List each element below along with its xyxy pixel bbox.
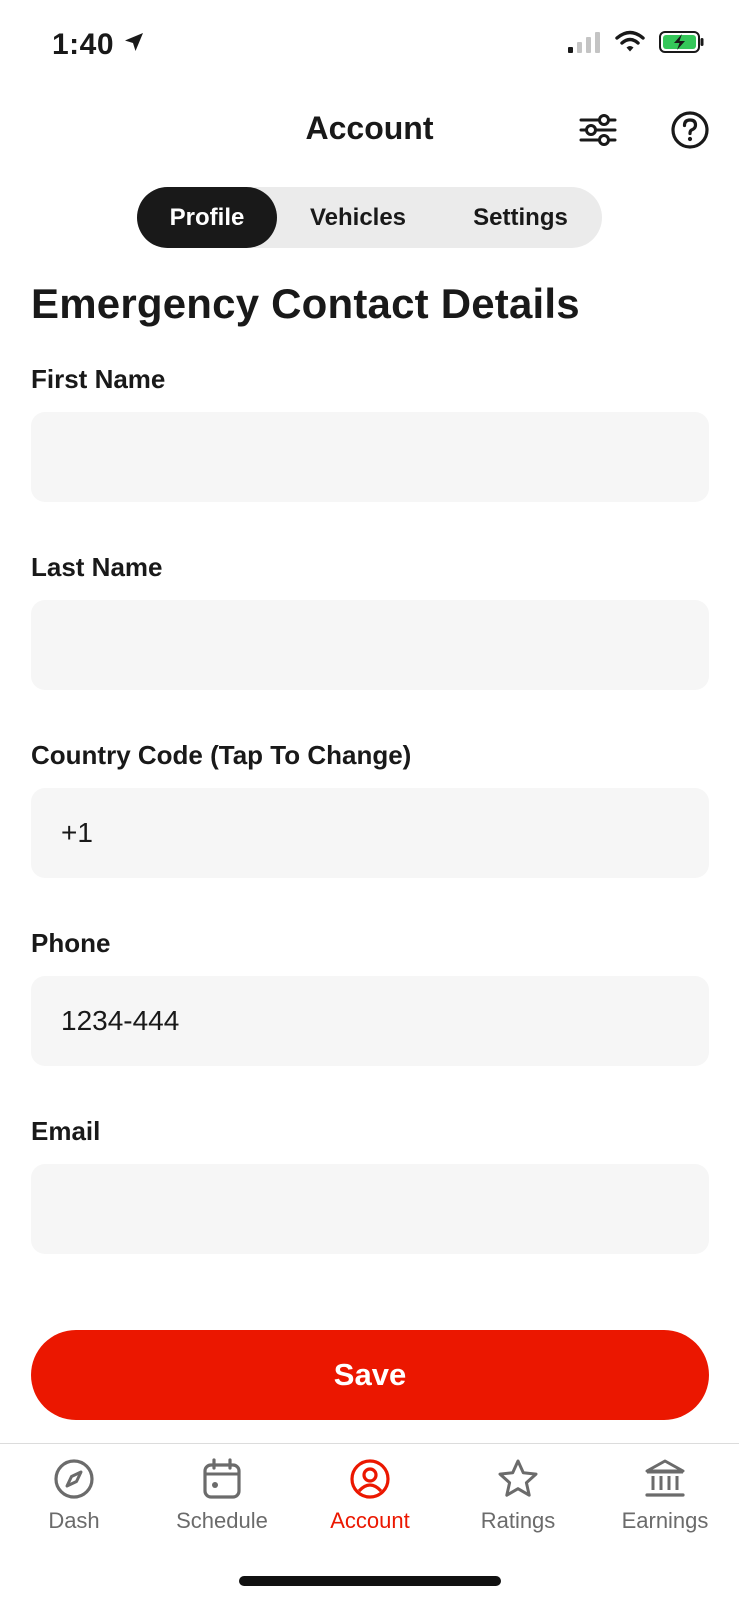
- help-button[interactable]: [668, 110, 712, 154]
- page-title: Account: [305, 110, 434, 146]
- bank-icon: [642, 1456, 688, 1502]
- status-indicators: [567, 30, 705, 59]
- email-field[interactable]: [31, 1164, 709, 1254]
- nav-label-account: Account: [330, 1508, 410, 1533]
- last-name-field[interactable]: [31, 600, 709, 690]
- app-header: Account: [0, 96, 739, 166]
- sliders-icon: [579, 113, 617, 152]
- phone-label: Phone: [31, 928, 111, 958]
- status-bar: 1:40: [0, 0, 739, 96]
- status-time-group: 1:40: [52, 28, 146, 62]
- account-icon: [347, 1456, 393, 1502]
- nav-label-earnings: Earnings: [621, 1508, 709, 1533]
- nav-item-schedule[interactable]: Schedule: [148, 1456, 296, 1534]
- location-arrow-icon: [122, 28, 146, 62]
- email-label: Email: [31, 1116, 101, 1146]
- nav-label-ratings: Ratings: [480, 1508, 556, 1533]
- nav-label-dash: Dash: [48, 1508, 100, 1533]
- first-name-field[interactable]: [31, 412, 709, 502]
- star-icon: [495, 1456, 541, 1502]
- country-code-label: Country Code (Tap To Change): [31, 740, 412, 770]
- tab-settings[interactable]: Settings: [439, 187, 602, 248]
- nav-label-schedule: Schedule: [176, 1508, 268, 1533]
- account-tabs: Profile Vehicles Settings: [137, 187, 602, 248]
- tab-vehicles[interactable]: Vehicles: [277, 187, 439, 248]
- tab-profile[interactable]: Profile: [137, 187, 277, 248]
- nav-item-earnings[interactable]: Earnings: [591, 1456, 739, 1534]
- country-code-field[interactable]: [31, 788, 709, 878]
- filter-settings-button[interactable]: [576, 110, 620, 154]
- nav-item-account[interactable]: Account: [296, 1456, 444, 1534]
- calendar-icon: [199, 1456, 245, 1502]
- section-title: Emergency Contact Details: [31, 280, 580, 327]
- battery-charging-icon: [659, 30, 705, 59]
- home-indicator: [239, 1576, 501, 1586]
- last-name-label: Last Name: [31, 552, 163, 582]
- cellular-signal-icon: [567, 30, 601, 59]
- phone-field[interactable]: [31, 976, 709, 1066]
- compass-icon: [51, 1456, 97, 1502]
- nav-item-dash[interactable]: Dash: [0, 1456, 148, 1534]
- help-icon: [670, 110, 710, 155]
- status-time: 1:40: [52, 28, 115, 61]
- wifi-icon: [615, 30, 645, 59]
- save-button[interactable]: Save: [31, 1330, 709, 1420]
- first-name-label: First Name: [31, 364, 166, 394]
- nav-item-ratings[interactable]: Ratings: [444, 1456, 592, 1534]
